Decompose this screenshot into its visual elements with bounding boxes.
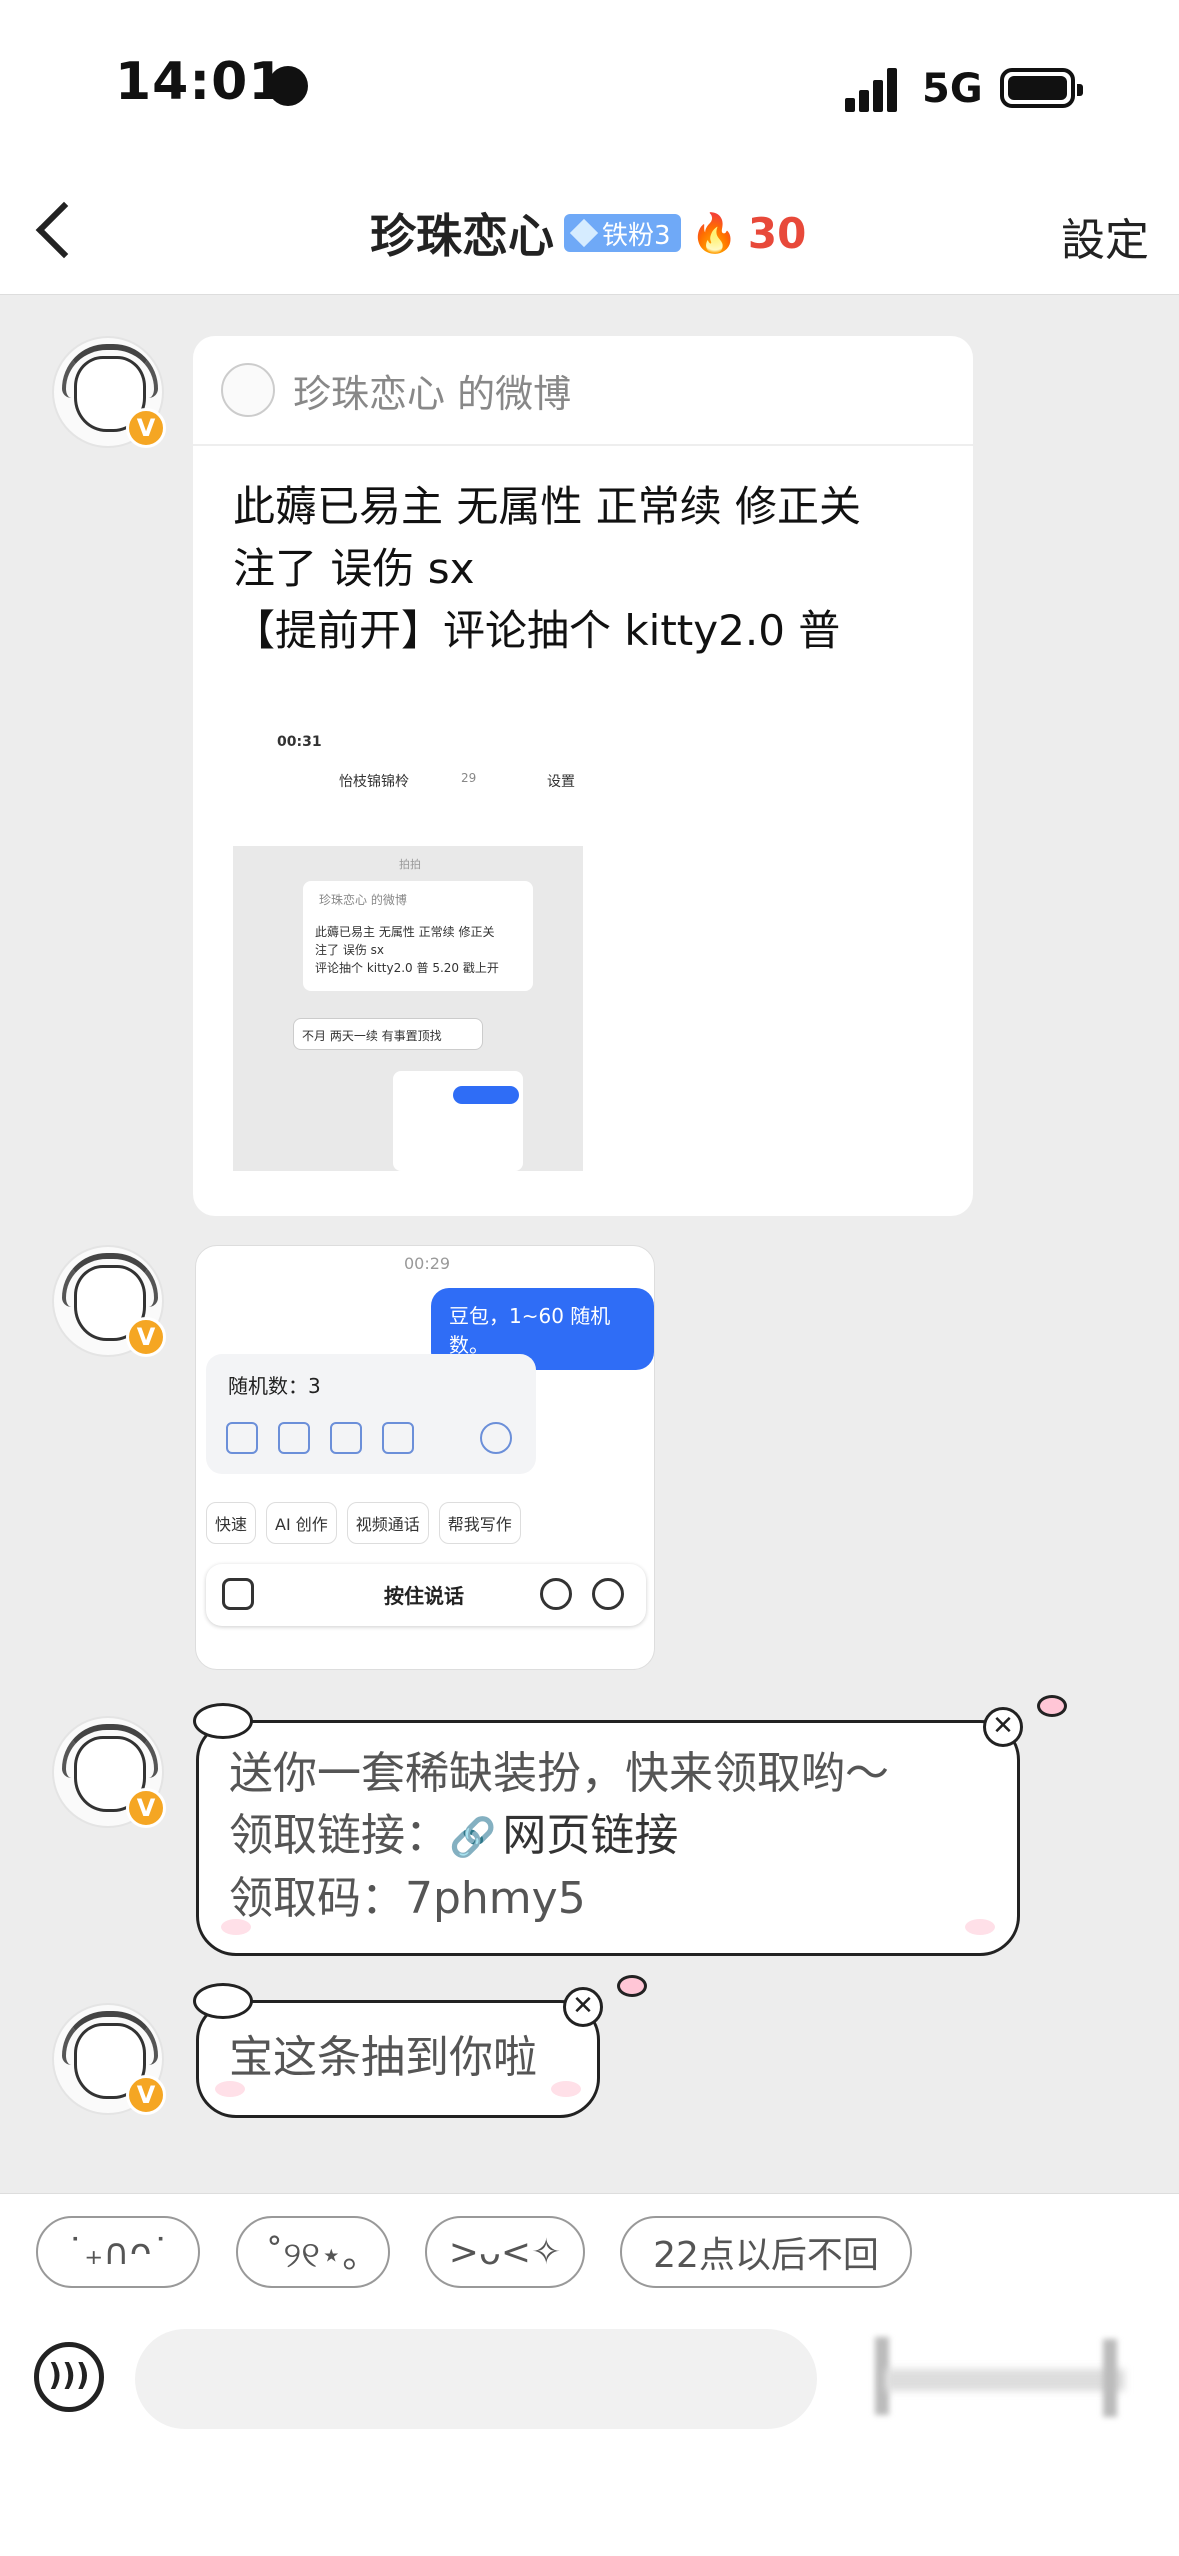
menu-icon [540, 1578, 572, 1610]
weibo-source: 珍珠恋心 的微博 [293, 371, 572, 416]
quick-reply[interactable]: >ᴗ<✧ [425, 2216, 585, 2288]
refresh-icon [480, 1422, 512, 1454]
avatar[interactable]: V [52, 1716, 166, 1828]
gift-message-bubble[interactable]: ✕ 送你一套稀缺装扮，快来领取哟～ 领取链接：🔗 网页链接 领取码：7phmy5 [193, 1695, 1067, 1956]
speaker-icon [278, 1422, 310, 1454]
recording-dot-icon [268, 66, 308, 106]
chat-title-group: 珍珠恋心 铁粉3 🔥 30 [370, 200, 806, 266]
quick-reply[interactable]: 22点以后不回 [620, 2216, 912, 2288]
web-link[interactable]: 网页链接 [502, 1810, 678, 1861]
weibo-card-header: 珍珠恋心 的微博 [193, 336, 973, 446]
vip-badge-icon: V [126, 2075, 166, 2115]
vip-badge-icon: V [126, 408, 166, 448]
doubao-result-card: 随机数：3 [206, 1354, 536, 1474]
doubao-chips: 快速 AI 创作 视频通话 帮我写作 [206, 1502, 521, 1544]
weibo-share-card[interactable]: 珍珠恋心 的微博 此薅已易主 无属性 正常续 修正关 注了 误伤 sx 【提前开… [193, 336, 973, 1216]
camera-icon [222, 1578, 254, 1610]
network-label: 5G [922, 66, 983, 112]
avatar[interactable]: V [52, 336, 166, 448]
quick-reply[interactable]: ˚୨୧⋆｡ [236, 2216, 390, 2288]
fan-level-badge: 铁粉3 [564, 214, 681, 252]
winner-message-bubble[interactable]: ✕ 宝这条抽到你啦 [193, 1975, 647, 2118]
bookmark-icon [330, 1422, 362, 1454]
message-input[interactable] [135, 2329, 817, 2429]
signal-icon [845, 68, 903, 112]
status-bar: 14:01 5G [0, 0, 1179, 170]
embedded-screenshot[interactable]: 00:31 怡枝锦锦柃 29 设置 拍拍 珍珠恋心 的微博 此薅已易主 无属性 … [233, 726, 583, 1171]
doubao-input-bar: 按住说话 [206, 1564, 646, 1626]
settings-button[interactable]: 設定 [1061, 204, 1149, 268]
copy-icon [226, 1422, 258, 1454]
voice-input-icon[interactable]: ))) [34, 2342, 104, 2412]
weibo-text: 此薅已易主 无属性 正常续 修正关 注了 误伤 sx 【提前开】评论抽个 kit… [233, 482, 862, 655]
back-chevron-icon[interactable] [30, 198, 90, 268]
plus-icon [592, 1578, 624, 1610]
quick-reply[interactable]: ˙₊∩ᴖ˙ [36, 2216, 200, 2288]
fire-score: 30 [747, 208, 807, 258]
blurred-toolbar-icons[interactable] [875, 2329, 1145, 2429]
diamond-icon [569, 218, 599, 248]
mini-avatar [221, 363, 275, 417]
vip-badge-icon: V [126, 1317, 166, 1357]
vip-badge-icon: V [126, 1788, 166, 1828]
share-icon [382, 1422, 414, 1454]
link-icon: 🔗 [449, 1815, 497, 1859]
fire-icon: 🔥 [690, 210, 738, 255]
close-icon[interactable]: ✕ [563, 1987, 603, 2027]
heart-icon [1037, 1695, 1067, 1717]
status-time: 14:01 [115, 52, 286, 112]
avatar[interactable]: V [52, 2003, 166, 2115]
battery-icon [1000, 68, 1083, 108]
heart-icon [617, 1975, 647, 1997]
close-icon[interactable]: ✕ [983, 1707, 1023, 1747]
composer-area: ˙₊∩ᴖ˙ ˚୨୧⋆｡ >ᴗ<✧ 22点以后不回 ))) [0, 2193, 1179, 2556]
avatar[interactable]: V [52, 1245, 166, 1357]
chat-header: 珍珠恋心 铁粉3 🔥 30 設定 [0, 170, 1179, 295]
doubao-screenshot-image[interactable]: 00:29 豆包，1~60 随机数。 随机数：3 快速 AI 创作 视频通话 帮… [195, 1245, 655, 1670]
chat-title: 珍珠恋心 [370, 209, 554, 263]
